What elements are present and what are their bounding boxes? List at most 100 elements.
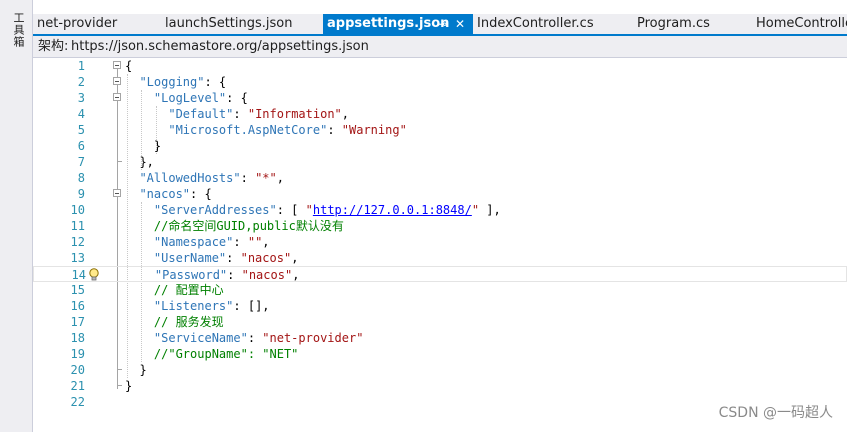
code-line[interactable]: 20 } [33, 362, 847, 378]
line-number: 5 [77, 123, 85, 137]
code-token: "UserName" [153, 251, 227, 265]
line-number: 7 [77, 155, 85, 169]
code-line[interactable]: 16 "Listeners": [], [33, 298, 847, 314]
code-line[interactable]: 7 }, [33, 154, 847, 170]
code-text: "Microsoft.AspNetCore": "Warning" [125, 122, 407, 138]
toolbox-label[interactable]: 工具箱 [10, 12, 26, 48]
schema-url-field[interactable]: https://json.schemastore.org/appsettings… [71, 36, 369, 57]
lightbulb-icon[interactable] [88, 268, 100, 282]
code-token: : [240, 171, 256, 185]
code-line[interactable]: 11 //命名空间GUID,public默认没有 [33, 218, 847, 234]
code-token: "*" [255, 171, 277, 185]
code-line[interactable]: 3 "LogLevel": { [33, 90, 847, 106]
tab-program-cs[interactable]: Program.cs [633, 14, 752, 34]
tab-net-provider[interactable]: net-provider [33, 14, 161, 34]
code-line[interactable]: 2 "Logging": { [33, 74, 847, 90]
code-line[interactable]: 9 "nacos": { [33, 186, 847, 202]
code-token: "Warning" [341, 123, 407, 137]
code-token: "LogLevel" [153, 91, 227, 105]
code-line[interactable]: 6 } [33, 138, 847, 154]
line-number: 6 [77, 139, 85, 153]
code-line[interactable]: 1{ [33, 58, 847, 74]
tab-label: appsettings.json [327, 16, 450, 31]
code-token: "nacos" [139, 187, 191, 201]
code-token: : [233, 107, 248, 121]
code-line[interactable]: 21} [33, 378, 847, 394]
code-token: // 服务发现 [153, 315, 224, 329]
code-token: "Listeners" [153, 299, 234, 313]
close-icon[interactable]: ✕ [455, 14, 465, 34]
code-line[interactable]: 5 "Microsoft.AspNetCore": "Warning" [33, 122, 847, 138]
code-token[interactable]: http://127.0.0.1:8848/ [313, 203, 472, 217]
code-line[interactable]: 4 "Default": "Information", [33, 106, 847, 122]
code-text: "LogLevel": { [125, 90, 248, 106]
code-token: "" [247, 235, 263, 249]
tab-appsettings-json[interactable]: appsettings.json ⊸ ✕ [323, 14, 473, 34]
code-line[interactable]: 13 "UserName": "nacos", [33, 250, 847, 266]
code-token: "Information" [247, 107, 342, 121]
code-token: } [125, 363, 147, 377]
line-number: 4 [77, 107, 85, 121]
code-token: "Microsoft.AspNetCore" [168, 123, 328, 137]
pin-icon[interactable]: ⊸ [437, 14, 447, 34]
tab-label: HomeController [756, 16, 847, 31]
code-token: "AllowedHosts" [139, 171, 241, 185]
code-text: "ServerAddresses": [ "http://127.0.0.1:8… [125, 202, 501, 218]
line-number: 10 [70, 203, 85, 217]
code-token: : [227, 268, 242, 282]
watermark: CSDN @一码超人 [718, 405, 833, 421]
schema-bar: 架构: https://json.schemastore.org/appsett… [33, 36, 847, 58]
line-number: 15 [70, 283, 85, 297]
code-text: "Logging": { [125, 74, 226, 90]
line-number: 14 [71, 268, 86, 282]
line-number: 18 [70, 331, 85, 345]
code-text: // 配置中心 [125, 282, 224, 298]
tab-indexcontroller-cs[interactable]: IndexController.cs [473, 14, 633, 34]
code-token: "ServiceName" [153, 331, 248, 345]
code-text: } [125, 138, 161, 154]
line-number: 3 [77, 91, 85, 105]
line-number: 17 [70, 315, 85, 329]
code-token: "nacos" [241, 268, 293, 282]
line-number: 22 [70, 395, 85, 409]
code-text: "ServiceName": "net-provider" [125, 330, 364, 346]
code-text: } [125, 362, 147, 378]
toolbox-strip[interactable]: 工具箱 [0, 0, 33, 432]
tab-launchsettings-json[interactable]: launchSettings.json [161, 14, 323, 34]
code-text: //命名空间GUID,public默认没有 [125, 218, 344, 234]
line-number: 20 [70, 363, 85, 377]
line-number: 11 [70, 219, 85, 233]
code-token: : [233, 235, 248, 249]
code-line[interactable]: 8 "AllowedHosts": "*", [33, 170, 847, 186]
code-line[interactable]: 12 "Namespace": "", [33, 234, 847, 250]
code-token: "Logging" [139, 75, 205, 89]
code-token: } [125, 139, 162, 153]
code-line[interactable]: 14 "Password": "nacos", [33, 266, 847, 282]
code-text: "Default": "Information", [125, 106, 349, 122]
tab-label: net-provider [37, 16, 118, 31]
code-token: , [292, 268, 300, 282]
code-text: }, [125, 154, 153, 170]
line-number: 1 [77, 59, 85, 73]
code-text: "Listeners": [], [125, 298, 270, 314]
code-line[interactable]: 15 // 配置中心 [33, 282, 847, 298]
code-token: "Namespace" [153, 235, 234, 249]
tab-homecontroller[interactable]: HomeController [752, 14, 847, 34]
code-token: "Password" [154, 268, 228, 282]
code-line[interactable]: 17 // 服务发现 [33, 314, 847, 330]
code-token: , [262, 235, 270, 249]
code-line[interactable]: 10 "ServerAddresses": [ "http://127.0.0.… [33, 202, 847, 218]
code-editor[interactable]: 1{2 "Logging": {3 "LogLevel": {4 "Defaul… [33, 58, 847, 432]
code-token: "net-provider" [262, 331, 364, 345]
code-line[interactable]: 18 "ServiceName": "net-provider" [33, 330, 847, 346]
code-line[interactable]: 19 //"GroupName": "NET" [33, 346, 847, 362]
